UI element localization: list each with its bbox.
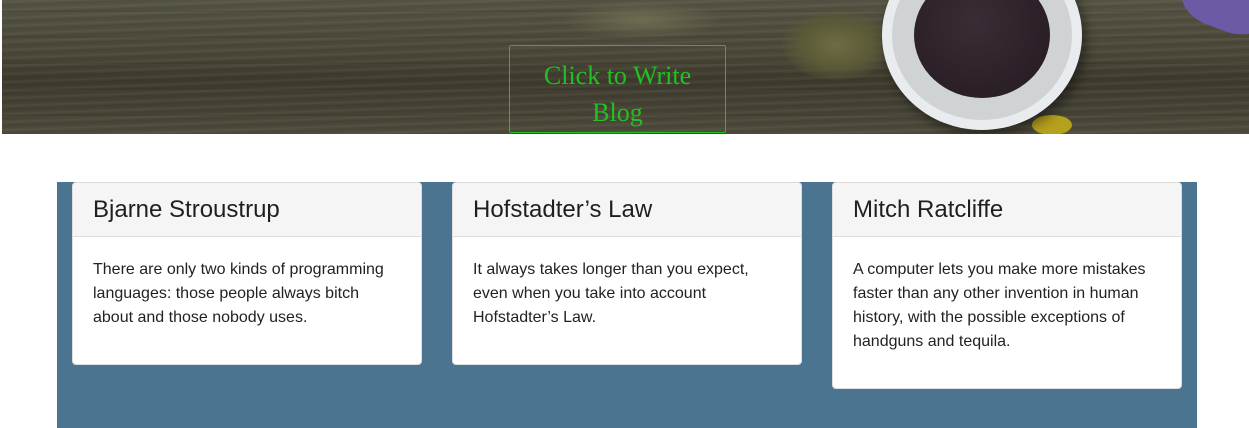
wood-knot: [782, 10, 892, 80]
write-blog-button[interactable]: Click to Write Blog: [509, 45, 726, 133]
coffee-image: [914, 0, 1050, 98]
card-title: Mitch Ratcliffe: [833, 183, 1181, 237]
card-quote: There are only two kinds of programming …: [93, 261, 384, 326]
quote-card: Bjarne Stroustrup There are only two kin…: [72, 182, 422, 365]
wood-knot: [562, 0, 722, 40]
hero-banner: Click to Write Blog: [2, 0, 1249, 134]
quote-card: Hofstadter’s Law It always takes longer …: [452, 182, 802, 365]
card-title: Bjarne Stroustrup: [73, 183, 421, 237]
cup-rim: [892, 0, 1072, 120]
card-title: Hofstadter’s Law: [453, 183, 801, 237]
quote-card: Mitch Ratcliffe A computer lets you make…: [832, 182, 1182, 389]
card-quote: It always takes longer than you expect, …: [473, 261, 749, 326]
cup-handle-image: [1032, 115, 1072, 134]
card-quote: A computer lets you make more mistakes f…: [853, 261, 1146, 350]
